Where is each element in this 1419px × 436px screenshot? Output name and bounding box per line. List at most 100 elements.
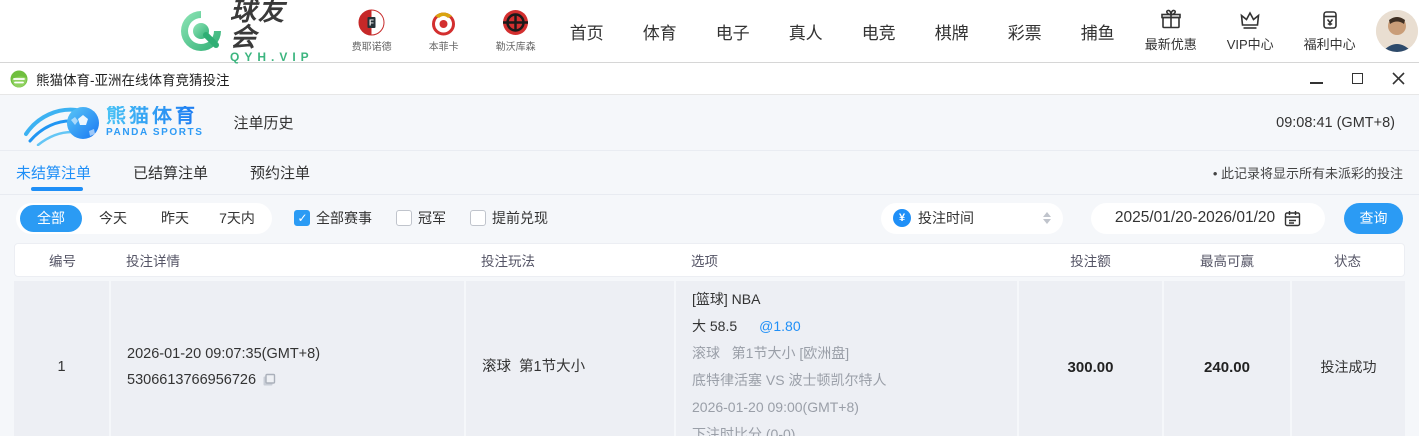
filter-row: 全部 今天 昨天 7天内 全部赛事 冠军 提前兑现 ¥ 投注时间: [0, 195, 1419, 241]
sponsor-badges: F 费耶诺德 本菲卡 勒沃库森: [344, 9, 544, 53]
col-header-no: 编号: [49, 254, 76, 269]
active-tab-underline: [31, 187, 83, 191]
cell-stake: 300.00: [1017, 281, 1162, 436]
tab-reserved[interactable]: 预约注单: [250, 162, 310, 183]
nav-item-lottery[interactable]: 彩票: [1008, 19, 1042, 44]
cashout-checkbox[interactable]: [470, 210, 486, 226]
feyenoord-badge-icon: F: [358, 9, 385, 36]
range-7days[interactable]: 7天内: [206, 205, 268, 232]
col-header-stake: 投注额: [1070, 254, 1111, 269]
range-yesterday[interactable]: 昨天: [144, 205, 206, 232]
sort-arrows-icon: [1043, 212, 1051, 224]
benfica-badge-icon: [430, 9, 457, 36]
nav-item-cards[interactable]: 棋牌: [935, 19, 969, 44]
sponsor-leverkusen[interactable]: 勒沃库森: [488, 9, 544, 53]
date-range-segment: 全部 今天 昨天 7天内: [16, 202, 272, 234]
close-icon: [1391, 72, 1405, 85]
option-league: [篮球] NBA: [692, 291, 761, 307]
option-market: 滚球 第1节大小 [欧洲盘]: [692, 345, 850, 361]
sponsor-label: 费耶诺德: [351, 42, 392, 53]
filter-checkboxes: 全部赛事 冠军 提前兑现: [294, 208, 548, 228]
nav-item-esports[interactable]: 电竞: [862, 19, 896, 44]
check-champion[interactable]: 冠军: [396, 208, 446, 228]
panda-header: 熊猫体育 PANDA SPORTS 注单历史 09:08:41 (GMT+8): [0, 95, 1419, 151]
calendar-icon: [1284, 210, 1301, 227]
check-cashout[interactable]: 提前兑现: [470, 208, 548, 228]
site-header: 球友会 QYH.VIP F 费耶诺德 本菲卡 勒沃库森 首页 体育 电子 真人 …: [0, 0, 1419, 64]
yen-circle-icon: ¥: [893, 209, 911, 227]
nav-item-home[interactable]: 首页: [570, 19, 604, 44]
avatar[interactable]: [1375, 10, 1418, 52]
option-match-time: 2026-01-20 09:00(GMT+8): [692, 399, 859, 415]
promo-link[interactable]: 最新优惠: [1145, 9, 1197, 53]
promo-label: 最新优惠: [1144, 37, 1197, 52]
cell-no: 1: [57, 359, 66, 375]
tabs-note: • 此记录将显示所有未派彩的投注: [1212, 166, 1403, 181]
cell-bet-detail: 2026-01-20 09:07:35(GMT+8) 5306613766956…: [109, 281, 464, 436]
col-header-option: 选项: [691, 254, 718, 269]
status-badge: 投注成功: [1320, 359, 1377, 375]
panda-sports-app: 熊猫体育 PANDA SPORTS 注单历史 09:08:41 (GMT+8) …: [0, 95, 1419, 436]
server-clock: 09:08:41 (GMT+8): [1276, 114, 1395, 131]
quick-links: 最新优惠 VIP中心 福利中心: [1145, 9, 1356, 53]
panda-sports-logo: 熊猫体育 PANDA SPORTS: [24, 100, 204, 146]
site-logo-domain: QYH.VIP: [230, 50, 314, 64]
sort-dropdown[interactable]: ¥ 投注时间: [881, 202, 1063, 234]
gift-icon: [1160, 9, 1182, 31]
maximize-button[interactable]: [1350, 72, 1364, 86]
sponsor-benfica[interactable]: 本菲卡: [416, 9, 472, 53]
range-today[interactable]: 今天: [82, 205, 144, 232]
cell-play-type: 滚球 第1节大小: [464, 281, 674, 436]
main-nav: 首页 体育 电子 真人 电竞 棋牌 彩票 捕鱼: [570, 19, 1115, 44]
window-controls: [1309, 72, 1409, 86]
window-titlebar: 熊猫体育-亚洲在线体育竞猜投注: [0, 62, 1419, 95]
cell-option: [篮球] NBA 大 58.5 @1.80 滚球 第1节大小 [欧洲盘] 底特律活…: [674, 281, 1017, 436]
bets-table: 编号 投注详情 投注玩法 选项 投注额 最高可赢 状态 1 2026-01-20…: [14, 243, 1405, 436]
tab-unsettled[interactable]: 未结算注单: [16, 162, 91, 183]
crown-icon: [1239, 9, 1261, 31]
col-header-detail: 投注详情: [126, 254, 180, 269]
welfare-jar-icon: [1319, 9, 1341, 31]
copy-icon[interactable]: [262, 373, 276, 387]
page-title: 注单历史: [233, 115, 294, 132]
leverkusen-badge-icon: [502, 9, 529, 36]
col-header-status: 状态: [1334, 254, 1361, 269]
vip-center-link[interactable]: VIP中心: [1227, 9, 1274, 53]
sponsor-feyenoord[interactable]: F 费耶诺德: [344, 9, 400, 53]
tab-settled[interactable]: 已结算注单: [133, 162, 208, 183]
bet-tabs: 未结算注单 已结算注单 预约注单 • 此记录将显示所有未派彩的投注: [0, 151, 1419, 195]
search-button[interactable]: 查询: [1344, 202, 1403, 234]
nav-item-sports[interactable]: 体育: [643, 19, 677, 44]
window-title: 熊猫体育-亚洲在线体育竞猜投注: [36, 72, 230, 88]
browser-window-icon: [10, 70, 28, 88]
close-button[interactable]: [1391, 72, 1405, 86]
cell-status: 投注成功: [1290, 281, 1405, 436]
site-logo[interactable]: 球友会 QYH.VIP: [178, 0, 314, 64]
vip-center-label: VIP中心: [1226, 37, 1274, 52]
nav-item-fishing[interactable]: 捕鱼: [1081, 19, 1115, 44]
table-header-row: 编号 投注详情 投注玩法 选项 投注额 最高可赢 状态: [14, 243, 1405, 277]
brand-name-en: PANDA SPORTS: [106, 127, 204, 138]
bet-time: 2026-01-20 09:07:35(GMT+8): [127, 346, 321, 362]
panda-ball-icon: [24, 106, 99, 146]
option-odds: @1.80: [759, 318, 801, 334]
welfare-center-link[interactable]: 福利中心: [1304, 9, 1356, 53]
check-all-events[interactable]: 全部赛事: [294, 208, 372, 228]
all-events-checkbox[interactable]: [294, 210, 310, 226]
table-row: 1 2026-01-20 09:07:35(GMT+8) 53066137669…: [14, 281, 1405, 436]
option-score: 下注时比分 (0-0): [692, 426, 796, 436]
bet-id: 5306613766956726: [127, 372, 257, 388]
site-logo-title: 球友会: [230, 0, 287, 52]
col-header-play: 投注玩法: [481, 254, 535, 269]
cell-max-win: 240.00: [1162, 281, 1290, 436]
minimize-button[interactable]: [1309, 72, 1323, 86]
date-range-input[interactable]: 2025/01/20-2026/01/20: [1091, 202, 1325, 234]
nav-item-live[interactable]: 真人: [789, 19, 823, 44]
champion-checkbox[interactable]: [396, 210, 412, 226]
option-pick-line: 大 58.5 @1.80: [692, 318, 801, 334]
range-all[interactable]: 全部: [20, 204, 82, 232]
sponsor-label: 勒沃库森: [495, 42, 536, 53]
user-area: 新会员: [1375, 0, 1419, 62]
welfare-center-label: 福利中心: [1303, 37, 1356, 52]
nav-item-slots[interactable]: 电子: [716, 19, 750, 44]
